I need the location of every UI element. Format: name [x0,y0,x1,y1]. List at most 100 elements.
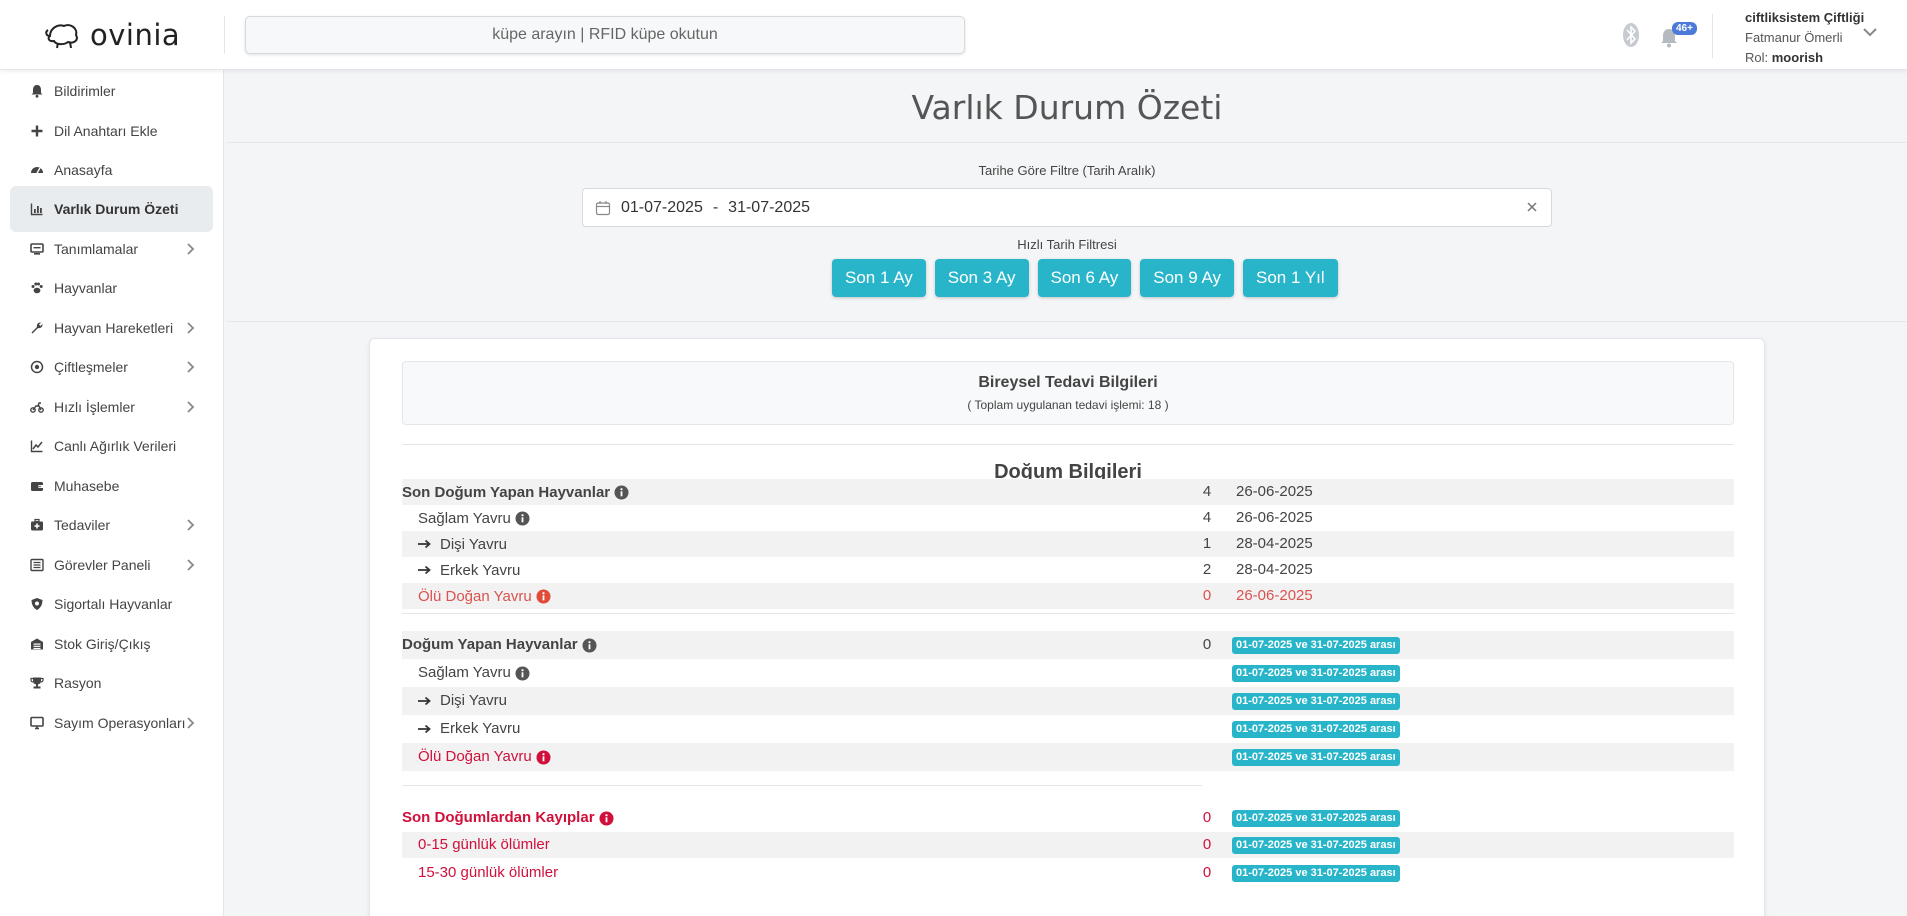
user-menu[interactable]: ciftliksistem Çiftliği Fatmanur Ömerli R… [1745,8,1864,68]
divider [227,142,1907,143]
row-label: Erkek Yavru [418,715,520,743]
range-birth-row: Dişi Yavru 01-07-2025 ve 31-07-2025 arası [402,687,1734,715]
info-icon[interactable] [582,638,597,653]
trophy-icon [28,674,46,692]
info-icon[interactable] [515,511,530,526]
row-label-text: 15-30 günlük ölümler [418,864,559,881]
row-value: 0 [1202,587,1212,604]
row-value: 4 [1202,509,1212,526]
treatment-title: Bireysel Tedavi Bilgileri [978,374,1158,391]
close-icon[interactable] [1525,200,1539,214]
row-value: 0 [1202,809,1212,826]
notification-badge: 46+ [1672,22,1697,35]
quick-filter-button[interactable]: Son 1 Yıl [1243,259,1338,297]
summary-card: Bireysel Tedavi Bilgileri ( Toplam uygul… [369,338,1765,916]
sheep-logo-icon [45,24,78,49]
row-label: 0-15 günlük ölümler [418,832,550,858]
sidebar-item-label: Canlı Ağırlık Verileri [54,438,177,454]
arrow-right-icon [418,724,431,734]
date-range-badge: 01-07-2025 ve 31-07-2025 arası [1232,836,1400,854]
row-label-text: Sağlam Yavru [418,664,511,681]
birth-row: Dişi Yavru 1 28-04-2025 [402,531,1734,557]
chevron-right-icon [187,243,195,255]
row-value: 0 [1202,636,1212,653]
sidebar-item-label: Çiftleşmeler [54,359,128,375]
sidebar-item-label: Stok Giriş/Çıkış [54,636,151,652]
info-icon[interactable] [599,811,614,826]
info-icon[interactable] [614,485,629,500]
farm-name: ciftliksistem Çiftliği [1745,10,1865,25]
row-label: Sağlam Yavru [418,659,530,687]
birth-row: Son Doğum Yapan Hayvanlar 4 26-06-2025 [402,479,1734,505]
sidebar-item-label: Sigortalı Hayvanlar [54,596,173,612]
date-range-input[interactable]: 01-07-2025 - 31-07-2025 [582,188,1552,227]
date-range-badge: 01-07-2025 ve 31-07-2025 arası [1232,864,1400,882]
divider [402,613,1734,614]
range-birth-row: Doğum Yapan Hayvanlar 0 01-07-2025 ve 31-0… [402,631,1734,659]
birth-row: Ölü Doğan Yavru 0 26-06-2025 [402,583,1734,609]
row-date: 26-06-2025 [1236,483,1313,500]
info-icon[interactable] [536,750,551,765]
chevron-right-icon [187,361,195,373]
quick-filter-label: Hızlı Tarih Filtresi [1017,237,1117,252]
date-range-badge: 01-07-2025 ve 31-07-2025 arası [1232,692,1400,710]
bell-icon [28,82,46,100]
row-value: 4 [1202,483,1212,500]
divider [402,785,1202,786]
search-input[interactable] [246,17,964,53]
header-divider [224,16,225,54]
ovinia-logo[interactable]: ovinia [44,18,180,52]
row-value: 0 [1202,836,1212,853]
sidebar-item-label: Hayvan Hareketleri [54,320,174,336]
treatment-info-box: Bireysel Tedavi Bilgileri ( Toplam uygul… [402,361,1734,425]
plus-icon [28,122,46,140]
chevron-right-icon [187,717,195,729]
row-label: Son Doğum Yapan Hayvanlar [402,479,629,505]
row-label: Erkek Yavru [418,557,520,583]
row-label: Ölü Doğan Yavru [418,583,551,609]
chevron-right-icon [187,559,195,571]
warehouse-icon [28,635,46,653]
wallet-icon [28,477,46,495]
sidebar-item-17[interactable]: Sayım Operasyonları [10,700,213,746]
row-label-text: Dişi Yavru [440,692,507,709]
row-label: Dişi Yavru [418,531,507,557]
sidebar-item-label: Tanımlamalar [54,241,139,257]
top-header: ovinia 46+ ciftliksistem Çiftliği Fatman… [0,0,1907,70]
chevron-right-icon [187,519,195,531]
search-box[interactable] [245,16,965,54]
info-icon[interactable] [536,589,551,604]
loss-row: 0-15 günlük ölümler 0 01-07-2025 ve 31-07-… [402,832,1734,858]
chevron-right-icon [187,322,195,334]
date-filter-label: Tarihe Göre Filtre (Tarih Aralık) [978,163,1156,178]
bluetooth-icon[interactable] [1622,22,1640,48]
chart-icon [28,200,46,218]
sidebar-item-label: Sayım Operasyonları [54,715,186,731]
sidebar-item-label: Hayvanlar [54,280,118,296]
row-label-text: Doğum Yapan Hayvanlar [402,636,578,653]
calendar-icon [595,200,611,215]
chevron-down-icon[interactable] [1862,26,1878,38]
quick-filter-button[interactable]: Son 3 Ay [934,259,1029,297]
row-label-text: Ölü Doğan Yavru [418,748,532,765]
quick-filter-button[interactable]: Son 1 Ay [832,259,926,297]
sidebar-item-label: Anasayfa [54,162,113,178]
quick-filter-button[interactable]: Son 9 Ay [1140,259,1234,297]
desktop-icon [28,714,46,732]
quick-filter-button[interactable]: Son 6 Ay [1037,259,1132,297]
dashboard-icon [28,161,46,179]
row-label: Son Doğumlardan Kayıplar [402,805,614,831]
date-range-badge: 01-07-2025 ve 31-07-2025 arası [1232,720,1400,738]
row-label-text: Erkek Yavru [440,720,521,737]
row-value: 1 [1202,535,1212,552]
row-label-text: Ölü Doğan Yavru [418,587,532,605]
birth-row: Sağlam Yavru 4 26-06-2025 [402,505,1734,531]
role-label: Rol: [1745,50,1769,65]
notifications-button[interactable]: 46+ [1660,22,1697,50]
row-label: Sağlam Yavru [418,505,530,531]
row-date: 26-06-2025 [1236,587,1313,604]
date-start: 01-07-2025 [621,198,703,216]
date-end: 31-07-2025 [728,198,811,216]
user-name: Fatmanur Ömerli [1745,30,1843,45]
info-icon[interactable] [515,666,530,681]
